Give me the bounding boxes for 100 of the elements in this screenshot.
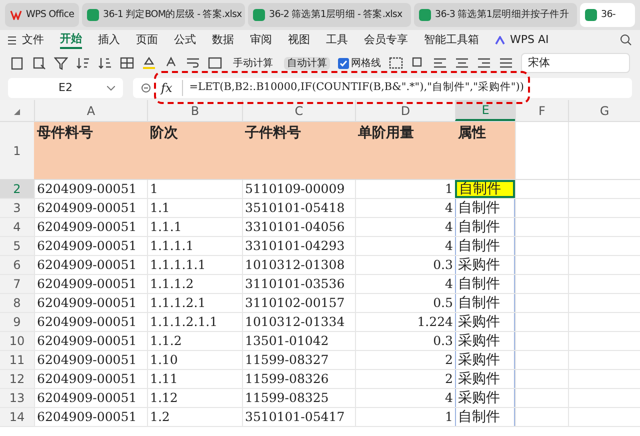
filter-icon[interactable] [54, 56, 68, 70]
menu-tab[interactable]: 审阅 [250, 32, 272, 48]
table-cell[interactable]: 自制件 [455, 237, 515, 255]
table-cell: 3310101-04293 [242, 237, 355, 255]
align-right-icon[interactable] [477, 56, 491, 70]
table-cell: 1.1 [147, 199, 242, 217]
row-header[interactable]: 6 [0, 256, 34, 274]
column-header[interactable]: C [242, 100, 355, 121]
select-all-icon[interactable] [14, 109, 20, 115]
table-cell[interactable]: 采购件 [455, 332, 515, 350]
menu-tab[interactable]: 视图 [288, 32, 310, 48]
fill-color-icon[interactable] [142, 56, 156, 70]
file-tab[interactable]: 36- [580, 3, 635, 27]
table-cell[interactable]: 采购件 [455, 370, 515, 388]
row-header[interactable]: 2 [0, 180, 34, 198]
table-cell: 4 [355, 389, 455, 407]
table-cell: 11599-08325 [242, 389, 355, 407]
wrap-icon[interactable] [186, 56, 200, 70]
row-header[interactable]: 12 [0, 370, 34, 388]
header-cell: 子件料号 [242, 122, 355, 179]
table-cell: 2 [355, 370, 455, 388]
auto-calc-button[interactable]: 自动计算 [284, 56, 330, 70]
menu-tab[interactable]: 工具 [326, 32, 348, 48]
menu-tab[interactable]: 智能工具箱 [424, 32, 479, 48]
table-cell: 6204909-00051 [34, 180, 147, 198]
row-header[interactable]: 8 [0, 294, 34, 312]
fx-label[interactable]: fx [161, 79, 172, 97]
table-icon[interactable] [120, 56, 134, 70]
row-header[interactable]: 5 [0, 237, 34, 255]
menu-tab[interactable]: WPS AI [510, 32, 549, 48]
table-cell[interactable]: 自制件 [455, 218, 515, 236]
align-center-icon[interactable] [455, 56, 469, 70]
column-header[interactable]: A [34, 100, 147, 121]
row-header[interactable]: 4 [0, 218, 34, 236]
table-cell: 6204909-00051 [34, 218, 147, 236]
table-cell: 1.1.1.2.1 [147, 294, 242, 312]
sort-descending-icon[interactable] [98, 56, 112, 70]
menu-tab[interactable]: 公式 [174, 32, 196, 48]
row-header[interactable]: 3 [0, 199, 34, 217]
table-cell[interactable]: 自制件 [455, 408, 515, 426]
row-header[interactable]: 9 [0, 313, 34, 331]
row-header[interactable]: 14 [0, 408, 34, 426]
table-cell: 1.11 [147, 370, 242, 388]
table-cell: 6204909-00051 [34, 332, 147, 350]
file-tab[interactable]: 36-3 筛选第1层明细并按子件升 [414, 3, 578, 27]
table-cell[interactable]: 自制件 [455, 275, 515, 293]
menu-tab[interactable]: 页面 [136, 32, 158, 48]
table-cell: 4 [355, 199, 455, 217]
menu-tab[interactable]: 会员专享 [364, 32, 408, 48]
column-header[interactable]: F [515, 100, 568, 121]
tab-label: WPS Office [26, 8, 74, 22]
formula-text: =LET(B,B2:.B10000,IF(COUNTIF(B,B&".*"),"自制件","采购件")) [182, 80, 524, 96]
table-cell[interactable]: 自制件 [455, 180, 515, 198]
row-header[interactable]: 11 [0, 351, 34, 369]
table-cell[interactable]: 采购件 [455, 313, 515, 331]
table-cell: 1.12 [147, 389, 242, 407]
menu-icon[interactable] [8, 36, 16, 44]
table-cell[interactable]: 采购件 [455, 351, 515, 369]
name-box[interactable]: E2 [8, 78, 123, 98]
table-cell: 1.1.1.2.1.1 [147, 313, 242, 331]
table-cell: 1010312-01334 [242, 313, 355, 331]
row-header[interactable]: 13 [0, 389, 34, 407]
tab-label: 36- [601, 8, 616, 22]
menu-tab[interactable]: 数据 [212, 32, 234, 48]
table-cell: 3110102-00157 [242, 294, 355, 312]
justify-icon[interactable] [499, 56, 513, 70]
table-cell[interactable]: 采购件 [455, 389, 515, 407]
gridlines-checkbox[interactable] [338, 58, 349, 68]
column-header[interactable]: E [455, 100, 515, 121]
file-tab[interactable]: 36-1 判定BOM的层级 - 答案.xlsx [82, 3, 246, 27]
ai-logo-icon [495, 36, 506, 44]
table-cell[interactable]: 采购件 [455, 256, 515, 274]
menu-tab[interactable]: 文件 [22, 32, 44, 48]
formula-field[interactable]: fx =LET(B,B2:.B10000,IF(COUNTIF(B,B&".*"),"自制件","采购件")) [133, 78, 632, 98]
file-tab[interactable]: 36-2 筛选第1层明细 - 答案.xlsx [248, 3, 412, 27]
table-cell: 4 [355, 218, 455, 236]
tab-label: 36-3 筛选第1层明细并按子件升 [435, 8, 569, 22]
search-icon[interactable] [620, 34, 632, 46]
row-header[interactable]: 7 [0, 275, 34, 293]
menu-tab[interactable]: 插入 [98, 32, 120, 48]
row-header[interactable]: 1 [0, 122, 34, 179]
row-header[interactable]: 10 [0, 332, 34, 350]
table-cell: 6204909-00051 [34, 389, 147, 407]
zoom-formula-icon[interactable] [141, 83, 151, 93]
column-header[interactable]: G [568, 100, 640, 121]
table-cell[interactable]: 自制件 [455, 199, 515, 217]
manual-calc-button[interactable]: 手动计算 [230, 56, 276, 70]
table-cell: 0.3 [355, 256, 455, 274]
table-cell: 1.10 [147, 351, 242, 369]
table-cell[interactable]: 自制件 [455, 294, 515, 312]
sort-ascending-icon[interactable] [76, 56, 90, 70]
table-cell: 11599-08326 [242, 370, 355, 388]
spreadsheet-icon [87, 9, 100, 21]
border-icon[interactable] [389, 56, 403, 70]
font-field[interactable]: 宋体 [521, 53, 630, 73]
file-tab[interactable]: WPS Office [5, 3, 80, 27]
header-cell: 单阶用量 [355, 122, 455, 179]
align-left-icon[interactable] [433, 56, 447, 70]
table-cell: 0.3 [355, 332, 455, 350]
column-header[interactable]: B [147, 100, 242, 121]
